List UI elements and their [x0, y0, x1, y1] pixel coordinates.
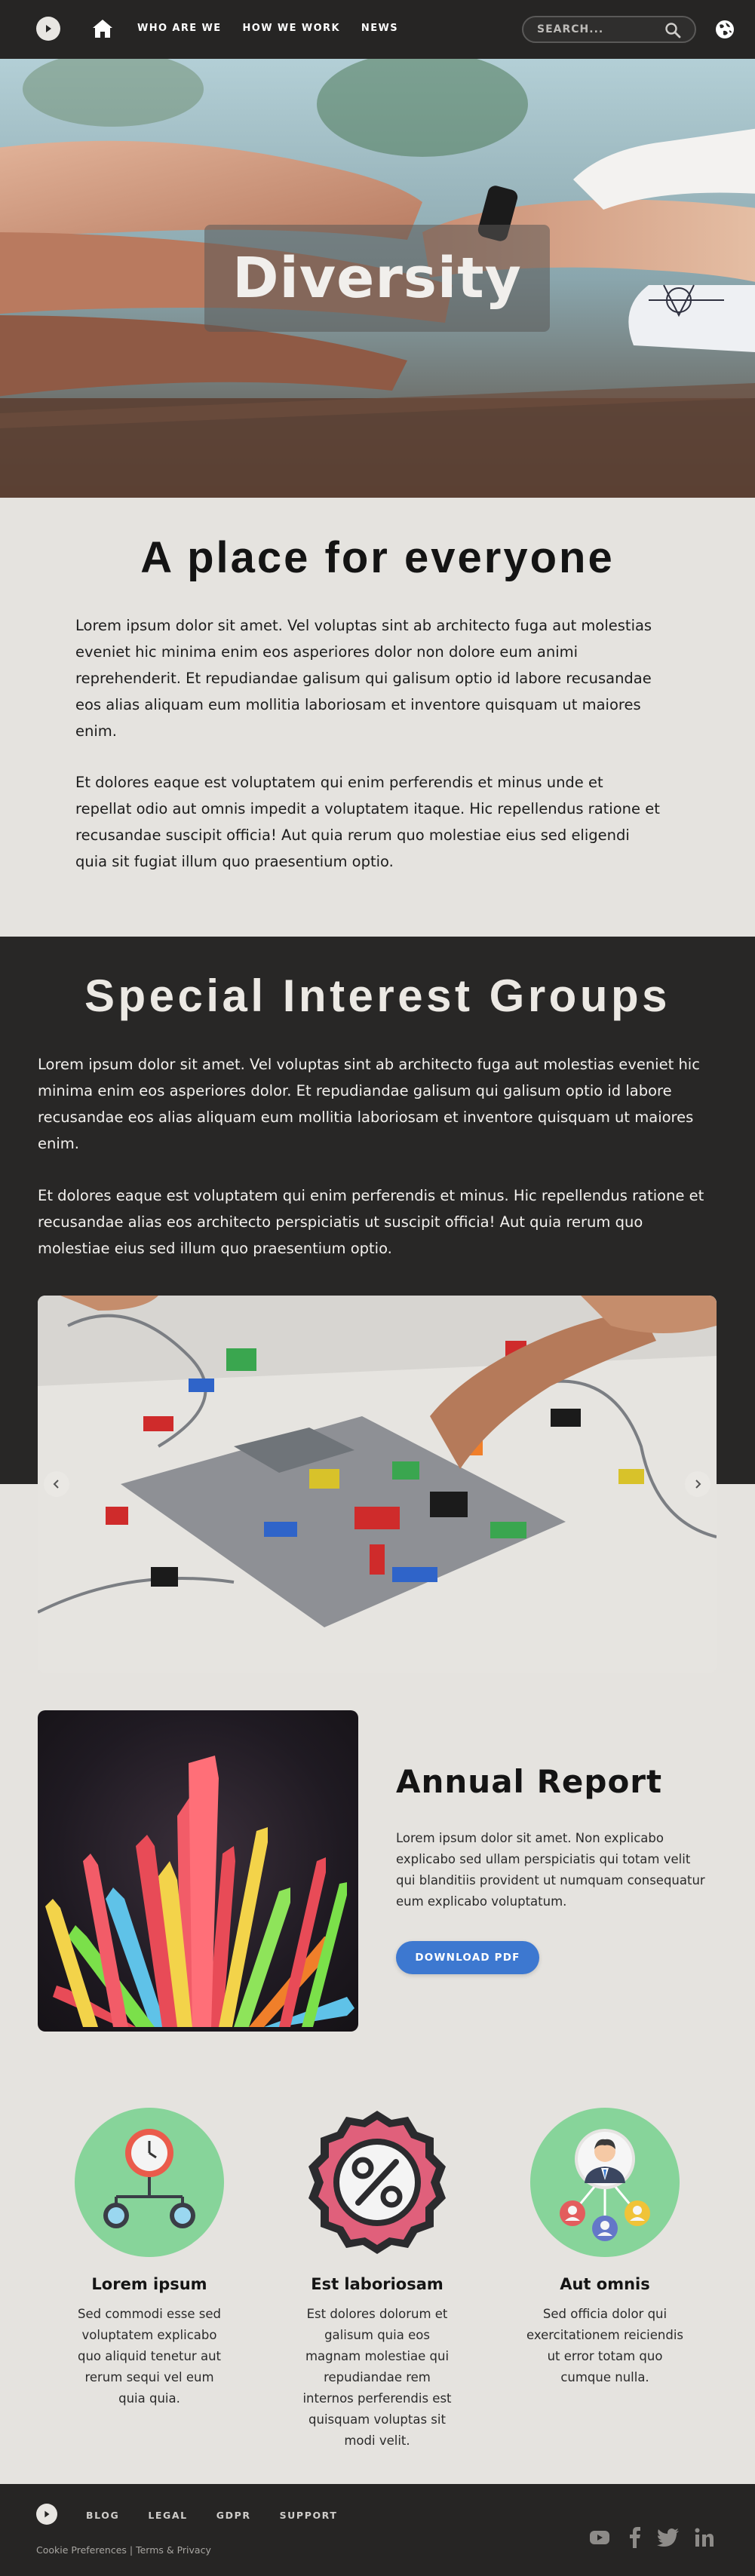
annual-report-text: Lorem ipsum dolor sit amet. Non explicab…: [396, 1831, 705, 1909]
footer-link-gdpr[interactable]: GDPR: [216, 2510, 251, 2521]
chevron-right-icon: [695, 1480, 701, 1489]
chevron-left-icon: [53, 1480, 59, 1489]
linkedin-icon[interactable]: [693, 2526, 716, 2549]
org-chart-clock-icon: [75, 2108, 224, 2257]
footer-links: BLOG LEGAL GDPR SUPPORT: [86, 2510, 337, 2521]
download-pdf-button[interactable]: DOWNLOAD PDF: [396, 1941, 539, 1974]
percent-badge-icon: [302, 2108, 452, 2257]
facebook-icon[interactable]: [624, 2526, 646, 2549]
footer-logo-icon[interactable]: [36, 2504, 57, 2525]
feature-card-3: Aut omnis Sed officia dolor qui exercita…: [511, 2108, 699, 2388]
home-icon[interactable]: [91, 18, 114, 39]
footer-link-blog[interactable]: BLOG: [86, 2510, 119, 2521]
nav-who-are-we[interactable]: WHO ARE WE: [137, 23, 222, 34]
groups-paragraph-1: Lorem ipsum dolor sit amet. Vel voluptas…: [38, 1056, 700, 1152]
carousel-next-button[interactable]: [685, 1471, 710, 1497]
image-carousel[interactable]: [38, 1296, 717, 1673]
feature-card-2: Est laboriosam Est dolores dolorum et ga…: [283, 2108, 471, 2452]
nav-news[interactable]: NEWS: [361, 23, 398, 34]
feature-3-title: Aut omnis: [560, 2275, 650, 2293]
feature-1-text: Sed commodi esse sed voluptatem explicab…: [77, 2307, 222, 2406]
carousel-lego-image: [38, 1296, 717, 1673]
section-title-intro: A place for everyone: [140, 533, 615, 582]
footer-link-support[interactable]: SUPPORT: [280, 2510, 338, 2521]
annual-report-title: Annual Report: [396, 1763, 663, 1800]
hero-title: Diversity: [232, 246, 522, 311]
site-footer: BLOG LEGAL GDPR SUPPORT Cookie Preferenc…: [0, 2484, 755, 2576]
youtube-icon[interactable]: [588, 2526, 611, 2549]
team-network-icon: [530, 2108, 680, 2257]
groups-paragraph-2: Et dolores eaque est voluptatem qui enim…: [38, 1187, 704, 1257]
feature-card-1: Lorem ipsum Sed commodi esse sed volupta…: [55, 2108, 244, 2409]
search-box: [522, 16, 696, 43]
intro-paragraph-1: Lorem ipsum dolor sit amet. Vel voluptas…: [75, 617, 652, 740]
carousel-prev-button[interactable]: [44, 1471, 69, 1497]
terms-privacy-link[interactable]: Terms & Privacy: [136, 2544, 211, 2556]
hero-banner: Diversity: [0, 59, 755, 498]
nav-how-we-work[interactable]: HOW WE WORK: [243, 23, 340, 34]
annual-report-image: [38, 1710, 358, 2032]
language-globe-icon[interactable]: [714, 18, 736, 41]
feature-2-text: Est dolores dolorum et galisum quia eos …: [302, 2307, 452, 2448]
footer-legal: Cookie Preferences | Terms & Privacy: [36, 2544, 211, 2556]
report-bars-illustration: [45, 1756, 354, 2027]
footer-separator: |: [126, 2544, 137, 2556]
intro-paragraph-2: Et dolores eaque est voluptatem qui enim…: [75, 774, 660, 870]
hero-title-box: Diversity: [204, 225, 550, 332]
top-navigation: WHO ARE WE HOW WE WORK NEWS: [0, 0, 755, 59]
feature-2-title: Est laboriosam: [311, 2275, 443, 2293]
feature-3-text: Sed officia dolor qui exercitationem rei…: [526, 2307, 684, 2384]
feature-1-title: Lorem ipsum: [91, 2275, 207, 2293]
footer-link-legal[interactable]: LEGAL: [148, 2510, 187, 2521]
twitter-icon[interactable]: [657, 2526, 680, 2549]
section-title-groups: Special Interest Groups: [84, 971, 671, 1021]
cookie-preferences-link[interactable]: Cookie Preferences: [36, 2544, 127, 2556]
search-input[interactable]: [537, 23, 658, 36]
main-menu: WHO ARE WE HOW WE WORK NEWS: [137, 23, 398, 34]
logo-icon[interactable]: [36, 17, 60, 41]
search-icon[interactable]: [664, 22, 681, 38]
